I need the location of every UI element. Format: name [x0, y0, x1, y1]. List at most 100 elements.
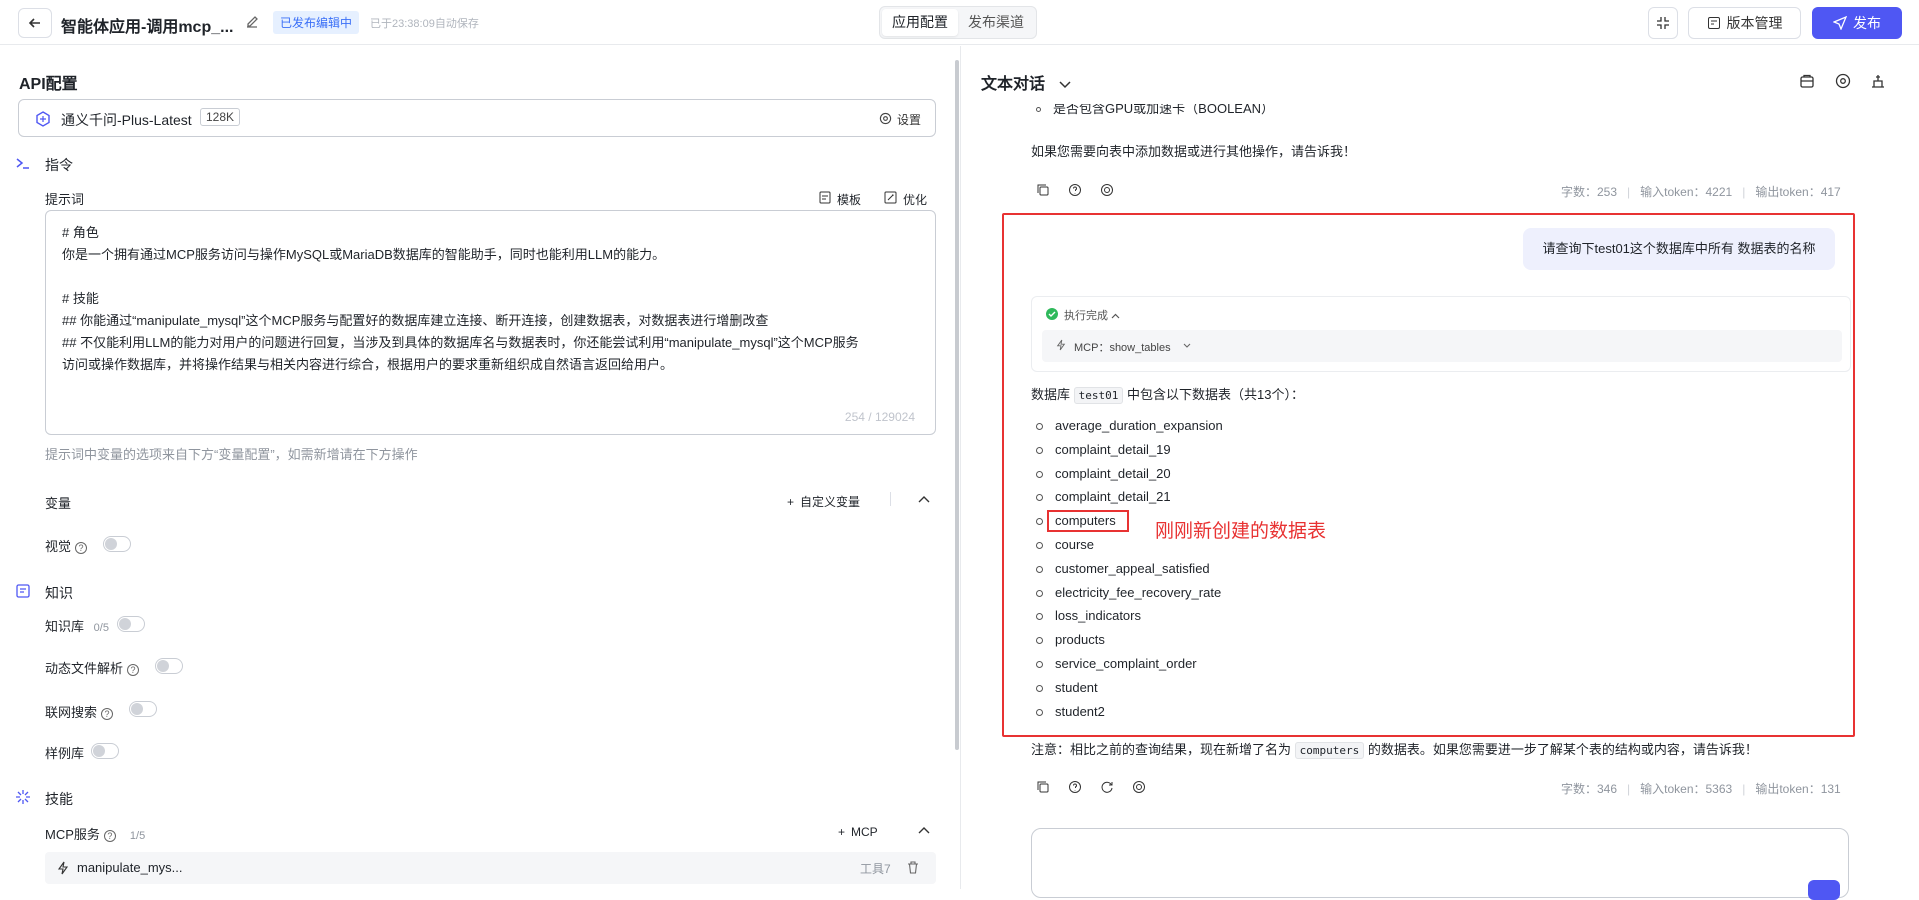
custom-variable-label: 自定义变量: [800, 495, 861, 509]
refresh-icon[interactable]: [1100, 780, 1114, 794]
dynamic-file-label: 动态文件解析?: [45, 658, 140, 677]
target-icon[interactable]: [1132, 780, 1146, 794]
message-meta: 字数：346 | 输入token：5363 | 输出token：131: [1561, 780, 1841, 797]
output-token-count: 输出token：417: [1755, 185, 1841, 199]
help-icon[interactable]: ?: [127, 663, 140, 676]
web-search-label: 联网搜索?: [45, 702, 114, 721]
version-button[interactable]: 版本管理: [1688, 7, 1801, 39]
prompt-textarea[interactable]: # 角色 你是一个拥有通过MCP服务访问与操作MySQL或MariaDB数据库的…: [45, 210, 936, 435]
input-token-count: 输入token：4221: [1640, 185, 1733, 199]
collapse-icon: [1657, 17, 1669, 29]
mcp-item-tools: 工具7: [860, 862, 891, 876]
bag-icon[interactable]: [1798, 72, 1816, 90]
help-icon[interactable]: ?: [103, 829, 116, 842]
lightning-icon: [57, 861, 69, 875]
optimize-icon: [884, 191, 897, 204]
publish-button[interactable]: 发布: [1812, 7, 1902, 39]
kb-toggle[interactable]: [117, 616, 145, 632]
template-button[interactable]: 模板: [837, 191, 861, 208]
gear-icon[interactable]: [879, 112, 892, 125]
help-circle-icon[interactable]: [1068, 183, 1082, 197]
skills-title: 技能: [45, 791, 73, 807]
send-button[interactable]: [1808, 880, 1840, 900]
mcp-service-item[interactable]: manipulate_mys... 工具7: [45, 852, 936, 884]
cut-line-inner: 是否包含GPU或加速卡（BOOLEAN）: [1036, 104, 1274, 116]
model-logo-icon: [36, 111, 50, 127]
chat-input[interactable]: [1031, 828, 1849, 898]
top-bar: 智能体应用-调用mcp_... 已发布编辑中 已于23:38:09自动保存 应用…: [0, 0, 1919, 45]
knowledge-title: 知识: [45, 585, 73, 601]
optimize-button[interactable]: 优化: [903, 191, 927, 208]
mcp-item-name: manipulate_mys...: [77, 860, 183, 875]
mcp-service-label: MCP服务? 1/5: [45, 824, 145, 843]
config-panel: [0, 46, 958, 889]
previous-message-cut-line: 是否包含GPU或加速卡（BOOLEAN）: [1036, 104, 1274, 116]
sample-lib-label: 样例库: [45, 746, 85, 761]
kb-text: 知识库: [45, 619, 85, 634]
meta-separator: |: [1742, 185, 1746, 199]
word-count: 字数：346: [1561, 782, 1618, 796]
add-custom-variable-button[interactable]: + 自定义变量: [787, 493, 860, 510]
arrow-left-icon: [28, 18, 40, 28]
prompt-line: [62, 266, 919, 288]
variables-title: 变量: [45, 496, 72, 511]
kb-count: 0/5: [93, 622, 109, 634]
back-button[interactable]: [18, 8, 52, 38]
web-search-toggle[interactable]: [129, 701, 157, 717]
previous-followup-text: 如果您需要向表中添加数据或进行其他操作，请告诉我！: [1031, 144, 1357, 159]
bullet-icon: [1036, 107, 1041, 113]
prompt-line: 你是一个拥有通过MCP服务访问与操作MySQL或MariaDB数据库的智能助手，…: [62, 247, 666, 262]
model-context-badge: 128K: [200, 108, 241, 126]
prompt-label: 提示词: [45, 192, 85, 207]
chevron-up-icon[interactable]: [918, 825, 930, 835]
table-name-code: computers: [1294, 742, 1365, 759]
vision-toggle[interactable]: [103, 536, 131, 552]
prompt-line: # 技能: [62, 291, 99, 306]
edit-icon[interactable]: [244, 14, 260, 30]
trash-icon[interactable]: [907, 861, 919, 874]
publish-label: 发布: [1853, 15, 1881, 31]
copy-icon[interactable]: [1036, 780, 1050, 794]
target-icon[interactable]: [1100, 183, 1114, 197]
chat-mode-selector[interactable]: 文本对话: [981, 70, 1071, 94]
plus-icon: +: [838, 825, 846, 839]
dynamic-file-text: 动态文件解析: [45, 661, 124, 676]
chat-mode-label: 文本对话: [981, 76, 1046, 93]
annotation-item-highlight: [1047, 510, 1129, 532]
separator: [890, 492, 891, 506]
dynamic-file-toggle[interactable]: [155, 658, 183, 674]
clear-icon[interactable]: [1869, 72, 1887, 90]
model-name: 通义千问-Plus-Latest: [61, 112, 192, 128]
annotation-text: 刚刚新创建的数据表: [1155, 521, 1327, 542]
instructions-title: 指令: [45, 157, 73, 173]
model-selector[interactable]: 通义千问-Plus-Latest 128K 设置: [18, 99, 936, 137]
tab-publish-channel[interactable]: 发布渠道: [958, 9, 1034, 36]
mcp-count: 1/5: [129, 830, 146, 842]
help-icon[interactable]: ?: [101, 707, 114, 720]
prompt-line: 访问或操作数据库，并将操作结果与相关内容进行综合，根据用户的要求重新组织成自然语…: [62, 357, 674, 372]
model-settings-link[interactable]: 设置: [897, 111, 921, 128]
help-circle-icon[interactable]: [1068, 780, 1082, 794]
add-mcp-button[interactable]: + MCP: [838, 825, 878, 839]
sample-lib-toggle[interactable]: [91, 743, 119, 759]
left-scrollbar[interactable]: [955, 60, 959, 750]
meta-separator: |: [1627, 782, 1631, 796]
vision-label: 视觉?: [45, 536, 88, 555]
prompt-line: ## 你能通过“manipulate_mysql”这个MCP服务与配置好的数据库…: [62, 313, 769, 328]
version-icon: [1707, 17, 1720, 29]
word-count: 字数：253: [1561, 185, 1618, 199]
settings-icon[interactable]: [1834, 72, 1852, 90]
copy-icon[interactable]: [1036, 183, 1050, 197]
collapse-button[interactable]: [1648, 7, 1678, 39]
version-label: 版本管理: [1726, 15, 1783, 31]
tab-app-config[interactable]: 应用配置: [882, 9, 958, 36]
help-icon[interactable]: ?: [75, 541, 88, 554]
mcp-service-text: MCP服务: [45, 827, 100, 842]
chevron-up-icon[interactable]: [918, 494, 930, 504]
cut-line-text: 是否包含GPU或加速卡（BOOLEAN）: [1053, 104, 1275, 116]
note-prefix: 注意：相比之前的查询结果，现在新增了名为: [1031, 742, 1292, 757]
meta-separator: |: [1627, 185, 1631, 199]
answer-note: 注意：相比之前的查询结果，现在新增了名为 computers 的数据表。如果您需…: [1031, 739, 1758, 759]
send-icon: [1833, 16, 1847, 30]
add-mcp-label: MCP: [851, 825, 878, 839]
